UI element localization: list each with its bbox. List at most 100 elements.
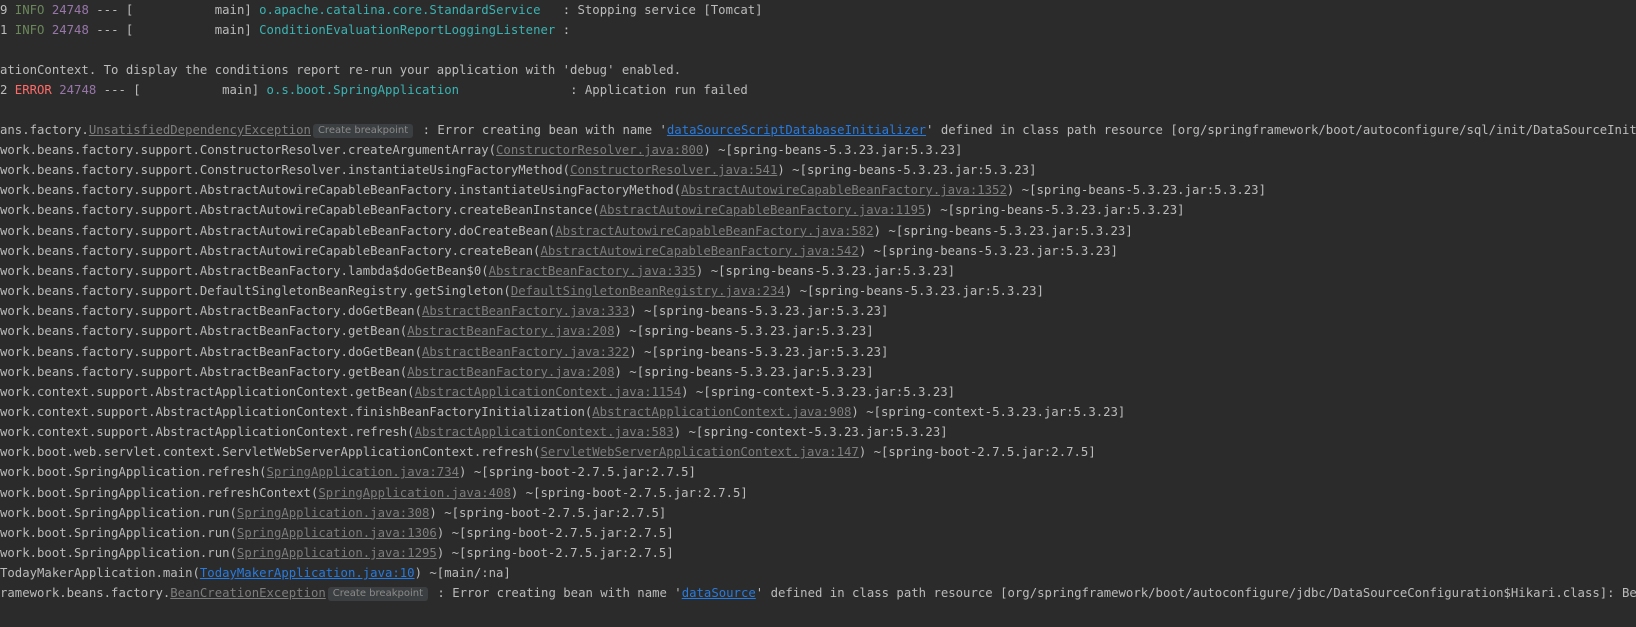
process-id: 24748 xyxy=(51,23,89,37)
thread-separator: --- [ main] xyxy=(88,23,260,37)
source-link[interactable]: AbstractApplicationContext.java:1154 xyxy=(415,385,682,399)
process-id: 24748 xyxy=(51,3,89,17)
thread-separator: --- [ main] xyxy=(88,3,260,17)
stack-frame: work.beans.factory.support.AbstractBeanF… xyxy=(0,342,1636,363)
frame-jar: ) ~[spring-beans-5.3.23.jar:5.3.23] xyxy=(777,163,1037,178)
stack-frame: work.context.support.AbstractApplication… xyxy=(0,422,1636,443)
stack-frame: work.beans.factory.support.AbstractAutow… xyxy=(0,200,1636,221)
source-link[interactable]: AbstractBeanFactory.java:208 xyxy=(407,324,614,338)
stack-frame: work.beans.factory.support.AbstractAutow… xyxy=(0,221,1636,242)
stack-frame: work.beans.factory.support.AbstractBeanF… xyxy=(0,362,1636,383)
exception-message: : Error creating bean with name ' xyxy=(415,123,667,137)
frame-method: work.beans.factory.support.ConstructorRe… xyxy=(0,163,571,178)
frame-jar: ) ~[spring-beans-5.3.23.jar:5.3.23] xyxy=(858,243,1118,258)
frame-method: work.boot.SpringApplication.run( xyxy=(0,505,237,520)
stack-frame: TodayMakerApplication.main(TodayMakerApp… xyxy=(0,563,1636,584)
source-link[interactable]: SpringApplication.java:1295 xyxy=(237,546,437,560)
frame-jar: ) ~[spring-beans-5.3.23.jar:5.3.23] xyxy=(614,324,874,339)
exception-line: ramework.beans.factory.BeanCreationExcep… xyxy=(0,583,1636,604)
source-link[interactable]: AbstractBeanFactory.java:333 xyxy=(422,304,629,318)
frame-method: work.beans.factory.support.AbstractBeanF… xyxy=(0,263,489,278)
source-link[interactable]: AbstractAutowireCapableBeanFactory.java:… xyxy=(600,203,926,217)
source-link[interactable]: AbstractApplicationContext.java:908 xyxy=(592,405,851,419)
source-link[interactable]: AbstractAutowireCapableBeanFactory.java:… xyxy=(540,244,858,258)
frame-jar: ) ~[spring-beans-5.3.23.jar:5.3.23] xyxy=(629,344,889,359)
stack-frame: work.context.support.AbstractApplication… xyxy=(0,402,1636,423)
run-console-output: 9 INFO 24748 --- [ main] o.apache.catali… xyxy=(0,0,1636,627)
log-message: : Application run failed xyxy=(459,83,748,97)
source-link[interactable]: AbstractBeanFactory.java:335 xyxy=(489,264,696,278)
frame-jar: ) ~[spring-context-5.3.23.jar:5.3.23] xyxy=(681,384,956,399)
exception-message: : Error creating bean with name ' xyxy=(430,586,682,600)
frame-method: work.beans.factory.support.AbstractBeanF… xyxy=(0,324,408,339)
log-level-error: ERROR xyxy=(7,83,52,97)
stack-frame: work.boot.SpringApplication.run(SpringAp… xyxy=(0,503,1636,524)
exception-package: ans.factory. xyxy=(0,123,89,137)
frame-jar: ) ~[spring-context-5.3.23.jar:5.3.23] xyxy=(851,404,1126,419)
frame-method: work.beans.factory.support.ConstructorRe… xyxy=(0,143,497,157)
stack-frame: work.beans.factory.support.AbstractBeanF… xyxy=(0,321,1636,342)
exception-class-link[interactable]: UnsatisfiedDependencyException xyxy=(89,123,311,137)
stack-frame: work.beans.factory.support.ConstructorRe… xyxy=(0,160,1636,181)
stack-frame: work.boot.web.servlet.context.ServletWeb… xyxy=(0,442,1636,463)
stack-frame: work.beans.factory.support.DefaultSingle… xyxy=(0,281,1636,302)
frame-method: work.boot.SpringApplication.run( xyxy=(0,525,237,540)
source-link[interactable]: AbstractBeanFactory.java:322 xyxy=(422,345,629,359)
exception-line: ans.factory.UnsatisfiedDependencyExcepti… xyxy=(0,120,1636,141)
frame-method: work.context.support.AbstractApplication… xyxy=(0,404,593,419)
frame-jar: ) ~[main/:na] xyxy=(414,566,511,580)
frame-jar: ) ~[spring-beans-5.3.23.jar:5.3.23] xyxy=(695,263,956,278)
stack-frame: work.context.support.AbstractApplication… xyxy=(0,382,1636,403)
frame-jar: ) ~[spring-beans-5.3.23.jar:5.3.23] xyxy=(614,364,874,379)
logger-name: o.s.boot.SpringApplication xyxy=(266,83,460,97)
log-message: : xyxy=(555,23,571,37)
source-link[interactable]: SpringApplication.java:308 xyxy=(237,506,430,520)
stack-frame: work.beans.factory.support.AbstractAutow… xyxy=(0,180,1636,201)
frame-jar: ) ~[spring-beans-5.3.23.jar:5.3.23] xyxy=(1006,183,1266,198)
bean-name-link[interactable]: dataSourceScriptDatabaseInitializer xyxy=(667,123,926,137)
frame-method: work.beans.factory.support.AbstractAutow… xyxy=(0,243,541,258)
frame-method: work.boot.SpringApplication.refreshConte… xyxy=(0,485,319,500)
source-link[interactable]: TodayMakerApplication.java:10 xyxy=(200,566,415,580)
logger-name: ConditionEvaluationReportLoggingListener xyxy=(259,23,556,37)
exception-package: ramework.beans.factory. xyxy=(0,586,171,600)
log-line: 1 INFO 24748 --- [ main] ConditionEvalua… xyxy=(0,20,1636,41)
source-link[interactable]: AbstractAutowireCapableBeanFactory.java:… xyxy=(555,224,873,238)
frame-method: work.beans.factory.support.AbstractAutow… xyxy=(0,223,556,238)
bean-name-link[interactable]: dataSource xyxy=(682,586,756,600)
log-line-error: 2 ERROR 24748 --- [ main] o.s.boot.Sprin… xyxy=(0,80,1636,101)
source-link[interactable]: AbstractApplicationContext.java:583 xyxy=(415,425,674,439)
source-link[interactable]: AbstractAutowireCapableBeanFactory.java:… xyxy=(681,183,1007,197)
stack-frame: work.beans.factory.support.AbstractAutow… xyxy=(0,241,1636,262)
source-link[interactable]: ConstructorResolver.java:541 xyxy=(570,163,777,177)
frame-jar: ) ~[spring-beans-5.3.23.jar:5.3.23] xyxy=(703,143,963,157)
frame-jar: ) ~[spring-beans-5.3.23.jar:5.3.23] xyxy=(629,304,889,319)
log-level-info: INFO xyxy=(7,3,45,17)
stack-frame: work.boot.SpringApplication.run(SpringAp… xyxy=(0,523,1636,544)
stack-frame: work.beans.factory.support.ConstructorRe… xyxy=(0,140,1636,161)
stack-frame: work.beans.factory.support.AbstractBeanF… xyxy=(0,301,1636,322)
source-link[interactable]: DefaultSingletonBeanRegistry.java:234 xyxy=(511,284,785,298)
create-breakpoint-button[interactable]: Create breakpoint xyxy=(327,587,428,601)
frame-jar: ) ~[spring-beans-5.3.23.jar:5.3.23] xyxy=(873,223,1133,238)
stack-frame: work.boot.SpringApplication.refreshConte… xyxy=(0,483,1636,504)
frame-method: work.beans.factory.support.DefaultSingle… xyxy=(0,284,511,299)
stack-frame: work.boot.SpringApplication.run(SpringAp… xyxy=(0,543,1636,564)
source-link[interactable]: SpringApplication.java:408 xyxy=(318,486,511,500)
source-link[interactable]: SpringApplication.java:734 xyxy=(267,465,460,479)
frame-method: TodayMakerApplication.main( xyxy=(0,566,200,580)
source-link[interactable]: SpringApplication.java:1306 xyxy=(237,526,437,540)
source-link[interactable]: AbstractBeanFactory.java:208 xyxy=(407,365,614,379)
frame-method: work.beans.factory.support.AbstractAutow… xyxy=(0,203,600,218)
source-link[interactable]: ConstructorResolver.java:800 xyxy=(496,143,703,157)
process-id: 24748 xyxy=(59,83,97,97)
frame-jar: ) ~[spring-boot-2.7.5.jar:2.7.5] xyxy=(858,445,1096,460)
frame-jar: ) ~[spring-boot-2.7.5.jar:2.7.5] xyxy=(510,485,748,500)
frame-jar: ) ~[spring-context-5.3.23.jar:5.3.23] xyxy=(673,425,948,440)
create-breakpoint-button[interactable]: Create breakpoint xyxy=(312,124,414,138)
source-link[interactable]: ServletWebServerApplicationContext.java:… xyxy=(540,445,858,459)
frame-jar: ) ~[spring-boot-2.7.5.jar:2.7.5] xyxy=(429,505,667,520)
frame-method: work.beans.factory.support.AbstractBeanF… xyxy=(0,344,422,359)
exception-class-link[interactable]: BeanCreationException xyxy=(170,586,325,600)
frame-jar: ) ~[spring-beans-5.3.23.jar:5.3.23] xyxy=(925,203,1185,218)
